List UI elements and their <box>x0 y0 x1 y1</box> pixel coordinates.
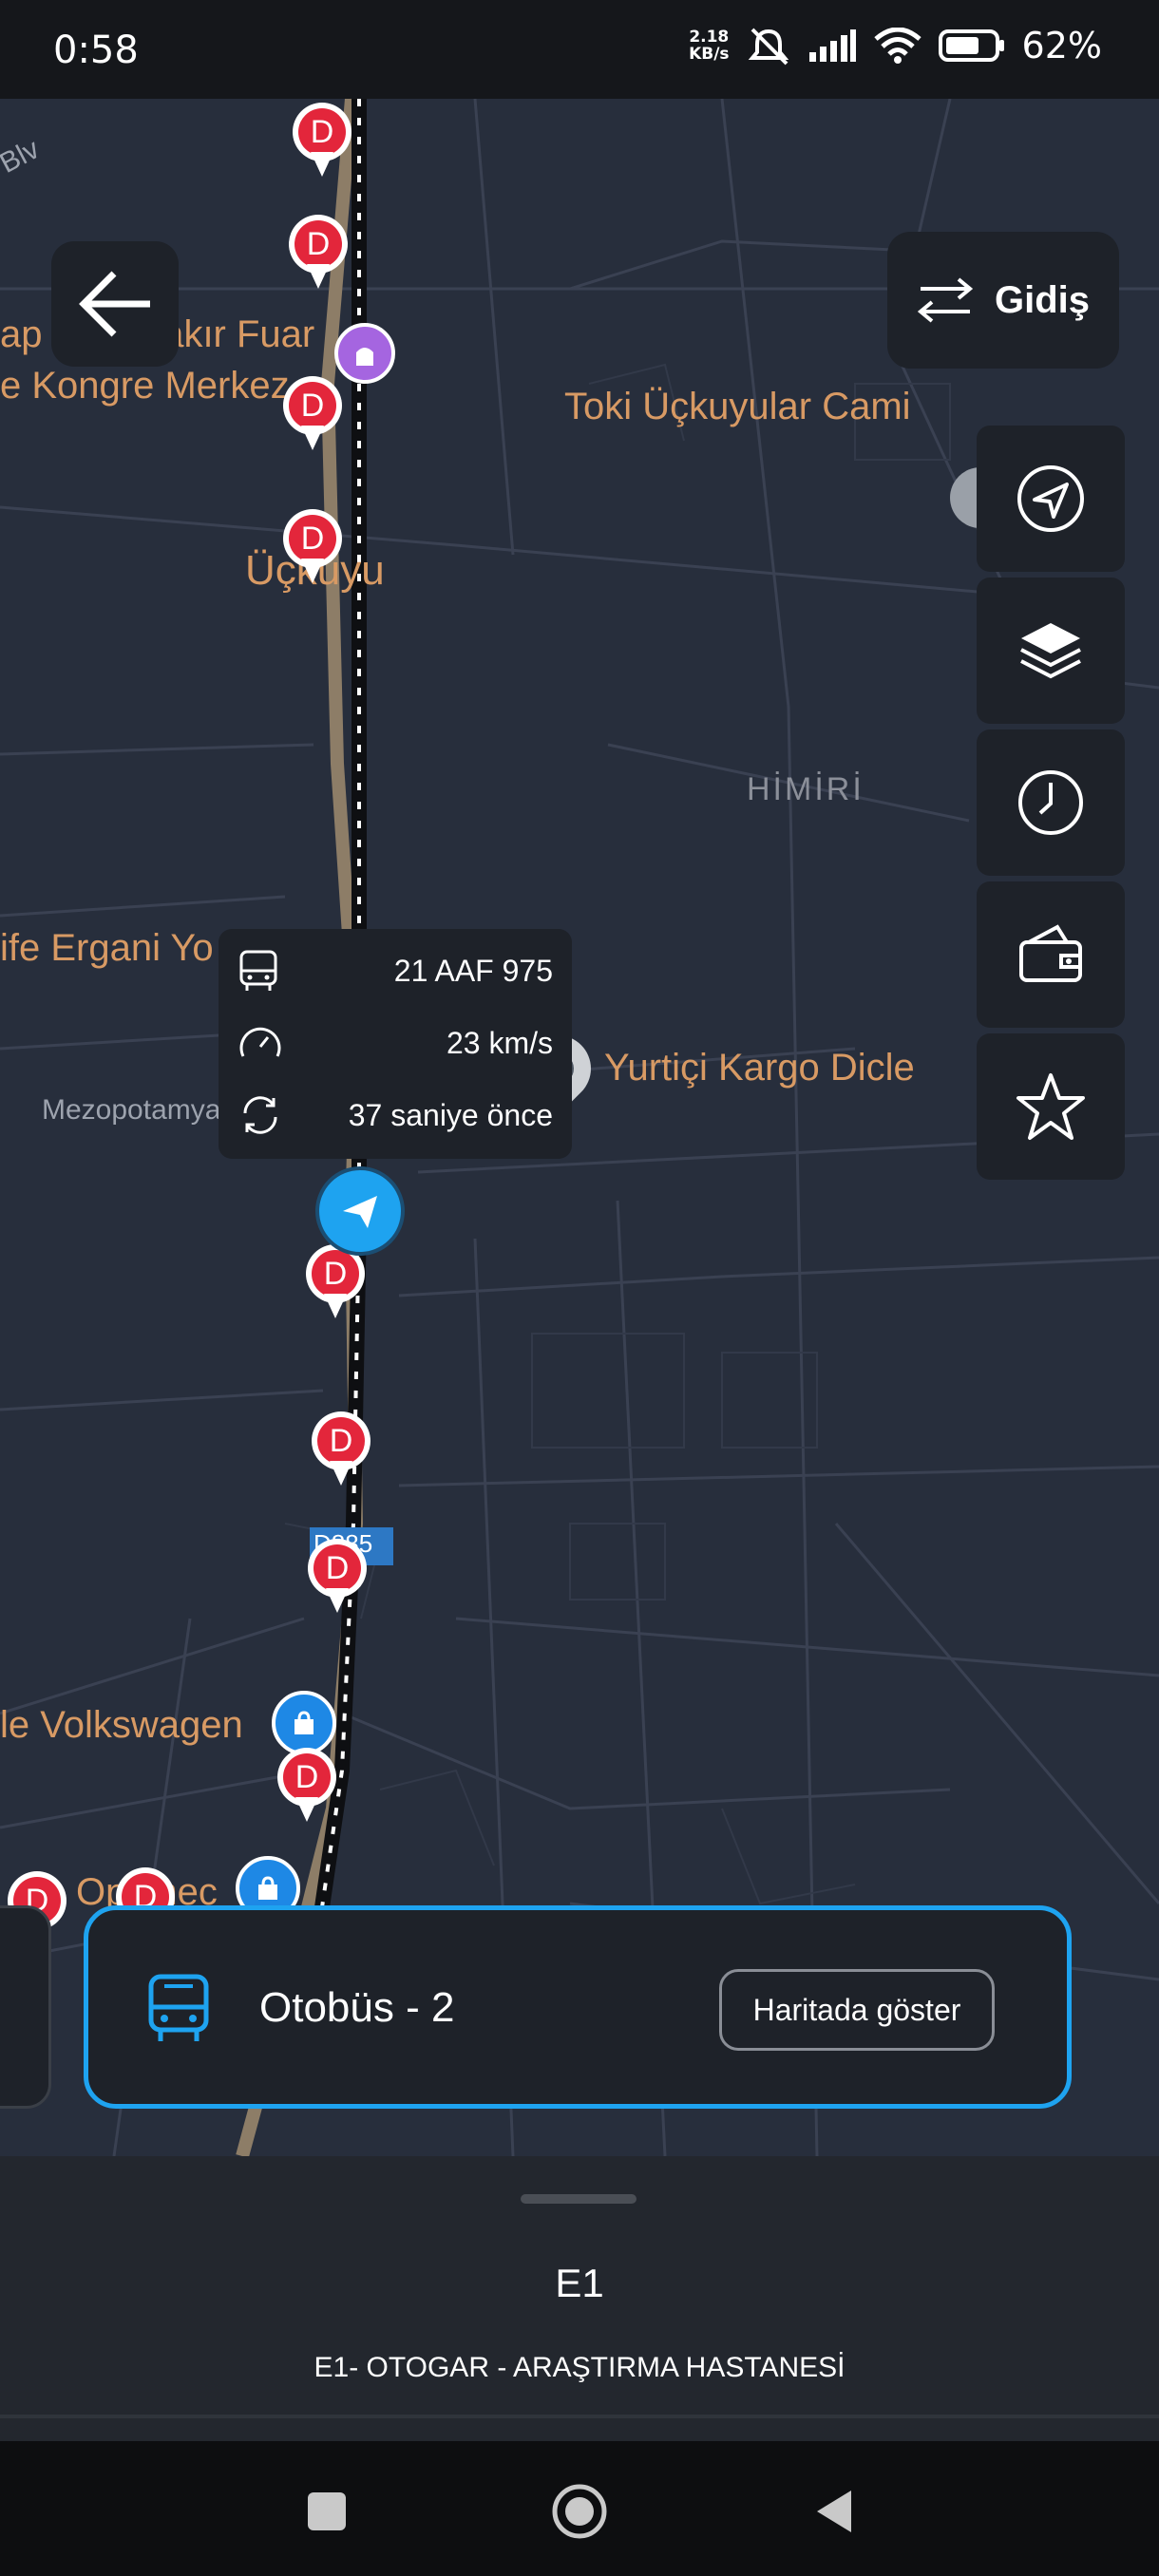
back-button[interactable] <box>51 241 179 367</box>
home-button[interactable] <box>542 2473 618 2549</box>
shopping-poi-icon[interactable] <box>272 1691 336 1755</box>
clock-icon <box>1018 770 1083 835</box>
recents-button[interactable] <box>289 2473 365 2549</box>
last-updated: 37 saniye önce <box>348 1097 553 1132</box>
battery-percent: 62% <box>1021 25 1102 66</box>
direction-toggle-button[interactable]: Gidiş <box>887 232 1119 369</box>
previous-vehicle-card[interactable] <box>0 1905 51 2109</box>
poi-label: ife Ergani Yo <box>0 927 214 969</box>
bus-icon <box>148 1974 209 2041</box>
wallet-button[interactable] <box>977 881 1125 1028</box>
vehicle-name: Otobüs - 2 <box>259 1984 455 2031</box>
wallet-icon <box>1019 924 1082 982</box>
status-time: 0:58 <box>53 28 139 72</box>
favorites-button[interactable] <box>977 1033 1125 1180</box>
bus-stop-marker[interactable]: D <box>308 1539 367 1617</box>
map-view[interactable]: D885 Blv ap Diyarbakır Fuar e Kongre Mer… <box>0 99 1159 2156</box>
vehicle-plate: 21 AAF 975 <box>393 953 553 988</box>
square-icon <box>308 2492 346 2530</box>
bus-stop-marker[interactable]: D <box>283 376 342 454</box>
show-on-map-button[interactable]: Haritada göster <box>719 1969 995 2051</box>
swap-arrows-icon <box>917 277 974 323</box>
system-nav-bar <box>0 2441 1159 2576</box>
vehicle-card[interactable]: Otobüs - 2 Haritada göster <box>84 1905 1072 2109</box>
route-name: E1- OTOGAR - ARAŞTIRMA HASTANESİ <box>314 2352 846 2383</box>
plate-row: 21 AAF 975 <box>238 942 553 999</box>
poi-label: Toki Üçkuyular Cami <box>564 386 911 427</box>
schedule-button[interactable] <box>977 729 1125 876</box>
bus-stop-marker[interactable]: D <box>306 1244 365 1322</box>
star-icon <box>1016 1073 1085 1140</box>
status-icons: 2.18 KB/s 62% <box>689 25 1102 66</box>
signal-icon <box>808 29 856 62</box>
vehicle-speed: 23 km/s <box>446 1025 553 1060</box>
route-code: E1 <box>555 2261 604 2305</box>
mute-icon <box>748 28 788 66</box>
sheet-drag-handle[interactable] <box>521 2194 636 2204</box>
vehicle-info-card: 21 AAF 975 23 km/s 37 saniye önce <box>218 929 572 1159</box>
bus-stop-marker[interactable]: D <box>289 215 348 293</box>
update-row: 37 saniye önce <box>238 1087 553 1144</box>
status-bar: 0:58 2.18 KB/s 62% <box>0 0 1159 99</box>
speed-row: 23 km/s <box>238 1014 553 1071</box>
home-circle-icon <box>552 2484 607 2539</box>
layers-icon <box>1020 623 1081 679</box>
bus-stop-marker[interactable]: D <box>293 103 352 180</box>
back-nav-button[interactable] <box>796 2473 872 2549</box>
direction-label: Gidiş <box>994 278 1091 321</box>
location-arrow-icon <box>1017 465 1084 532</box>
mosque-poi-icon[interactable] <box>334 323 395 384</box>
poi-label: e Kongre Merkez <box>0 365 290 407</box>
refresh-icon <box>243 1096 277 1134</box>
poi-label: Yurtiçi Kargo Dicle <box>604 1047 915 1089</box>
bus-stop-marker[interactable]: D <box>283 509 342 587</box>
area-label: HİMİRİ <box>747 771 864 807</box>
poi-label: le Volkswagen <box>0 1704 243 1746</box>
route-bottom-sheet[interactable]: E1 E1- OTOGAR - ARAŞTIRMA HASTANESİ <box>0 2156 1159 2441</box>
map-toolbar <box>977 426 1125 1180</box>
bus-location-marker[interactable] <box>315 1166 405 1256</box>
back-arrow-icon <box>79 271 150 337</box>
bus-stop-marker[interactable]: D <box>312 1411 370 1489</box>
wifi-icon <box>873 28 922 64</box>
speedometer-icon <box>239 1027 281 1057</box>
bus-icon <box>239 950 277 991</box>
bus-stop-marker[interactable]: D <box>277 1748 336 1826</box>
navigation-arrow-icon <box>343 1196 377 1228</box>
divider <box>0 2415 1159 2418</box>
my-location-button[interactable] <box>977 426 1125 572</box>
layers-button[interactable] <box>977 578 1125 724</box>
battery-icon <box>938 29 1004 62</box>
net-speed: 2.18 KB/s <box>689 28 730 64</box>
triangle-back-icon <box>817 2491 851 2532</box>
